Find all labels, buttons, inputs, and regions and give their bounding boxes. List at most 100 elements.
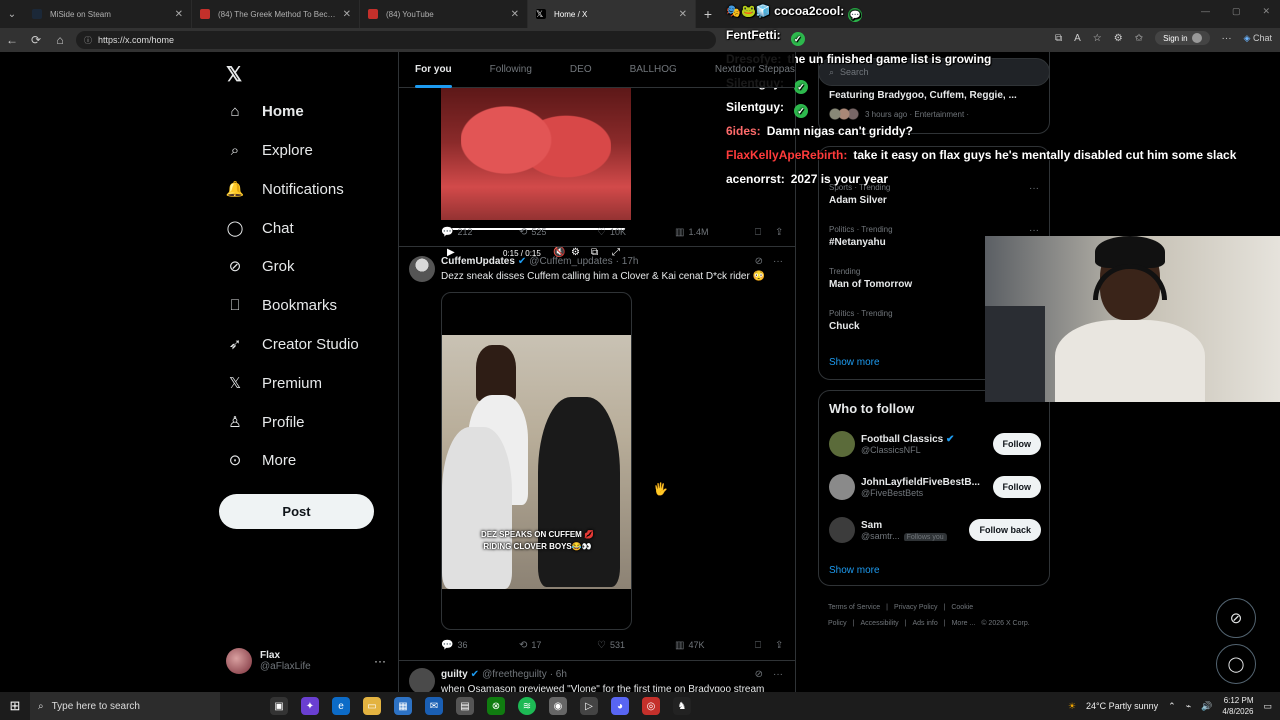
notepad-icon[interactable]: ▤ — [456, 697, 474, 715]
nav-item-profile[interactable]: ♙ Profile — [226, 410, 304, 434]
browser-tab[interactable]: MiSide on Steam ✕ — [24, 0, 192, 28]
steam-icon[interactable]: ◉ — [549, 697, 567, 715]
read-aloud-icon[interactable]: A — [1074, 33, 1081, 44]
tweet-video[interactable]: DEZ SPEAKS ON CUFFEM 💋 RIDING CLOVER BOY… — [441, 292, 632, 630]
app-icon[interactable]: ♞ — [673, 697, 691, 715]
tray-chevron-icon[interactable]: ⌃ — [1168, 701, 1176, 712]
post-button[interactable]: Post — [219, 494, 374, 529]
favorite-star-icon[interactable]: ☆ — [1093, 33, 1102, 44]
repost-button[interactable]: ⟲ 17 — [519, 640, 597, 651]
nav-item-home[interactable]: ⌂ Home — [226, 99, 303, 123]
address-bar[interactable]: ⓘ https://x.com/home — [76, 31, 716, 49]
new-tab-button[interactable]: + — [696, 6, 720, 22]
tweet-author-name[interactable]: CuffemUpdates — [441, 256, 515, 267]
outlook-icon[interactable]: ✉ — [425, 697, 443, 715]
bookmark-button[interactable]: ⎕ — [755, 227, 775, 238]
grok-icon[interactable]: ⊘ — [755, 669, 763, 680]
bookmark-button[interactable]: ⎕ — [755, 640, 775, 651]
browser-tab[interactable]: (84) YouTube ✕ — [360, 0, 528, 28]
nav-item-explore[interactable]: ⌕ Explore — [226, 138, 313, 162]
more-dots-icon[interactable]: ··· — [1029, 225, 1039, 236]
show-more-link[interactable]: Show more — [829, 357, 880, 368]
footer-link[interactable]: Ads info — [912, 620, 937, 627]
tab-close-icon[interactable]: ✕ — [175, 9, 183, 20]
nav-item-more[interactable]: ⊙ More — [226, 448, 296, 472]
reply-button[interactable]: 💬 212 — [441, 227, 519, 238]
suggestion-row[interactable]: Football Classics ✔ @ClassicsNFL Follow — [829, 429, 1041, 459]
suggestion-row[interactable]: Sam @samtr... Follows you Follow back — [829, 515, 1041, 545]
show-more-link[interactable]: Show more — [829, 565, 880, 576]
minimize-button[interactable]: — — [1201, 6, 1210, 17]
start-button[interactable]: ⊞ — [0, 698, 30, 714]
notifications-icon[interactable]: ▭ — [1263, 701, 1272, 712]
weather-icon[interactable]: ☀ — [1068, 701, 1076, 712]
site-info-icon[interactable]: ⓘ — [84, 35, 92, 46]
tab-close-icon[interactable]: ✕ — [679, 9, 687, 20]
extensions-icon[interactable]: ⚙ — [1114, 33, 1123, 44]
nav-item-grok[interactable]: ⊘ Grok — [226, 254, 295, 278]
taskbar-search[interactable]: ⌕ Type here to search — [30, 692, 220, 720]
grok-icon[interactable]: ⊘ — [755, 256, 763, 267]
weather-text[interactable]: 24°C Partly sunny — [1086, 701, 1158, 711]
nav-item-chat[interactable]: ◯ Chat — [226, 216, 294, 240]
maximize-button[interactable]: ▢ — [1232, 6, 1241, 17]
nav-item-creator-studio[interactable]: ➶ Creator Studio — [226, 332, 359, 356]
tweet-age[interactable]: · 6h — [550, 669, 567, 680]
sign-in-button[interactable]: Sign in — [1155, 31, 1210, 45]
nav-item-bookmarks[interactable]: ⎕ Bookmarks — [226, 293, 337, 317]
grok-fab[interactable]: ⊘ — [1216, 598, 1256, 638]
footer-link[interactable]: More ... — [952, 620, 976, 627]
xbox-icon[interactable]: ⊗ — [487, 697, 505, 715]
app-icon[interactable]: ▷ — [580, 697, 598, 715]
back-button[interactable]: ← — [0, 33, 24, 47]
share-button[interactable]: ⇪ — [775, 227, 783, 238]
tab-deo[interactable]: DEO — [570, 52, 592, 88]
tab-following[interactable]: Following — [490, 52, 532, 88]
footer-link[interactable]: © 2026 X Corp. — [981, 620, 1029, 627]
views-button[interactable]: ▥ 1.4M — [675, 227, 755, 238]
spotify-icon[interactable]: ≋ — [518, 697, 536, 715]
task-view-icon[interactable]: ▣ — [270, 697, 288, 715]
reply-button[interactable]: 💬 36 — [441, 640, 519, 651]
footer-link[interactable]: Terms of Service — [828, 604, 880, 611]
discord-icon[interactable]: ◕ — [611, 697, 629, 715]
views-button[interactable]: ▥ 47K — [675, 640, 755, 651]
close-window-button[interactable]: ✕ — [1262, 6, 1270, 17]
browser-menu-icon[interactable]: ··· — [1222, 33, 1232, 44]
edge-icon[interactable]: e — [332, 697, 350, 715]
volume-icon[interactable]: 🔊 — [1201, 701, 1212, 712]
suggestion-row[interactable]: JohnLayfieldFiveBestB... @FiveBestBets Fol… — [829, 472, 1041, 502]
x-logo-icon[interactable]: 𝕏 — [226, 62, 242, 87]
follow-back-button[interactable]: Follow back — [969, 519, 1041, 541]
network-icon[interactable]: ⌁ — [1186, 701, 1191, 712]
follow-button[interactable]: Follow — [992, 476, 1041, 498]
follow-button[interactable]: Follow — [992, 433, 1041, 455]
tab-ballhog[interactable]: BALLHOG — [630, 52, 677, 88]
like-button[interactable]: ♡ 531 — [597, 640, 675, 651]
tab-nextdoor-steppas[interactable]: Nextdoor Steppas — [715, 52, 795, 88]
messages-fab[interactable]: ◯ — [1216, 644, 1256, 684]
reload-button[interactable]: ⟳ — [24, 33, 48, 47]
trend-item[interactable]: Politics · Trending Chuck — [829, 309, 893, 332]
tab-list-chevron-icon[interactable]: ⌄ — [0, 0, 24, 28]
trend-item[interactable]: Politics · Trending #Netanyahu — [829, 225, 893, 248]
trend-item[interactable]: Trending Man of Tomorrow — [829, 267, 912, 290]
footer-link[interactable]: Accessibility — [861, 620, 899, 627]
more-dots-icon[interactable]: ··· — [1029, 183, 1039, 194]
tweet-age[interactable]: · 17h — [616, 256, 639, 267]
repost-button[interactable]: ⟲ 525 — [519, 227, 597, 238]
browser-tab[interactable]: 𝕏 Home / X ✕ — [528, 0, 696, 28]
nav-item-notifications[interactable]: 🔔 Notifications — [226, 177, 344, 201]
obs-icon[interactable]: ◎ — [642, 697, 660, 715]
like-button[interactable]: ♡ 10K — [597, 227, 675, 238]
share-button[interactable]: ⇪ — [775, 640, 783, 651]
favorites-icon[interactable]: ✩ — [1135, 33, 1143, 44]
store-icon[interactable]: ▦ — [394, 697, 412, 715]
tweet-author-name[interactable]: guilty — [441, 669, 468, 680]
account-switcher[interactable]: Flax @aFlaxLife ··· — [226, 646, 386, 676]
split-screen-icon[interactable]: ⧉ — [1055, 33, 1062, 44]
trend-item[interactable]: Sports · Trending Adam Silver — [829, 183, 890, 206]
tweet-author-avatar[interactable] — [409, 256, 435, 282]
footer-link[interactable]: Privacy Policy — [894, 604, 938, 611]
copilot-chat-button[interactable]: ◈ Chat — [1244, 33, 1272, 44]
